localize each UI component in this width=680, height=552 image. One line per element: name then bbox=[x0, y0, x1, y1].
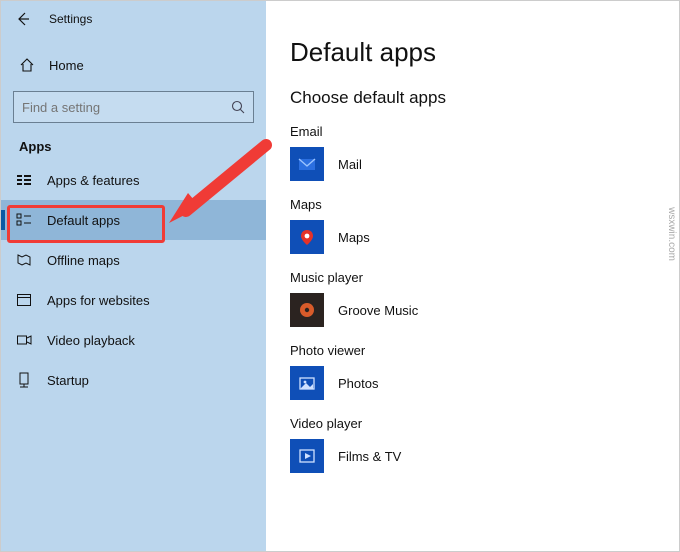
photos-app-icon bbox=[290, 366, 324, 400]
group-label-email: Email bbox=[290, 124, 653, 139]
apps-features-icon bbox=[15, 171, 33, 189]
maps-app-icon bbox=[290, 220, 324, 254]
group-label-video: Video player bbox=[290, 416, 653, 431]
nav-item-label: Video playback bbox=[47, 333, 135, 348]
sidebar: Settings Home Apps Apps & features Defau… bbox=[1, 1, 266, 551]
search-input[interactable] bbox=[22, 100, 231, 115]
back-arrow-icon bbox=[15, 11, 31, 27]
nav-item-label: Apps for websites bbox=[47, 293, 150, 308]
nav-item-label: Apps & features bbox=[47, 173, 140, 188]
search-box[interactable] bbox=[13, 91, 254, 123]
default-app-maps[interactable]: Maps bbox=[290, 220, 653, 254]
group-label-photo: Photo viewer bbox=[290, 343, 653, 358]
nav-default-apps[interactable]: Default apps bbox=[1, 200, 266, 240]
nav-apps-websites[interactable]: Apps for websites bbox=[1, 280, 266, 320]
app-name: Groove Music bbox=[338, 303, 418, 318]
window-title: Settings bbox=[49, 12, 92, 26]
app-name: Photos bbox=[338, 376, 378, 391]
groove-app-icon bbox=[290, 293, 324, 327]
app-name: Films & TV bbox=[338, 449, 401, 464]
main-content: Default apps Choose default apps Email M… bbox=[266, 1, 679, 551]
nav-offline-maps[interactable]: Offline maps bbox=[1, 240, 266, 280]
category-header: Apps bbox=[19, 139, 266, 154]
app-name: Maps bbox=[338, 230, 370, 245]
default-app-email[interactable]: Mail bbox=[290, 147, 653, 181]
default-app-music[interactable]: Groove Music bbox=[290, 293, 653, 327]
group-label-maps: Maps bbox=[290, 197, 653, 212]
home-label: Home bbox=[49, 58, 84, 73]
nav-item-label: Offline maps bbox=[47, 253, 120, 268]
offline-maps-icon bbox=[15, 251, 33, 269]
nav-item-label: Startup bbox=[47, 373, 89, 388]
video-playback-icon bbox=[15, 331, 33, 349]
home-link[interactable]: Home bbox=[1, 47, 266, 83]
films-tv-app-icon bbox=[290, 439, 324, 473]
home-icon bbox=[19, 57, 35, 73]
group-label-music: Music player bbox=[290, 270, 653, 285]
default-apps-icon bbox=[15, 211, 33, 229]
nav-apps-features[interactable]: Apps & features bbox=[1, 160, 266, 200]
apps-websites-icon bbox=[15, 291, 33, 309]
back-button[interactable] bbox=[5, 1, 41, 37]
nav-startup[interactable]: Startup bbox=[1, 360, 266, 400]
nav-video-playback[interactable]: Video playback bbox=[1, 320, 266, 360]
startup-icon bbox=[15, 371, 33, 389]
search-icon bbox=[231, 100, 245, 114]
nav-item-label: Default apps bbox=[47, 213, 120, 228]
default-app-photo[interactable]: Photos bbox=[290, 366, 653, 400]
watermark: wsxwin.com bbox=[666, 207, 677, 261]
default-app-video[interactable]: Films & TV bbox=[290, 439, 653, 473]
page-title: Default apps bbox=[290, 37, 653, 68]
mail-app-icon bbox=[290, 147, 324, 181]
section-title: Choose default apps bbox=[290, 88, 653, 108]
app-name: Mail bbox=[338, 157, 362, 172]
